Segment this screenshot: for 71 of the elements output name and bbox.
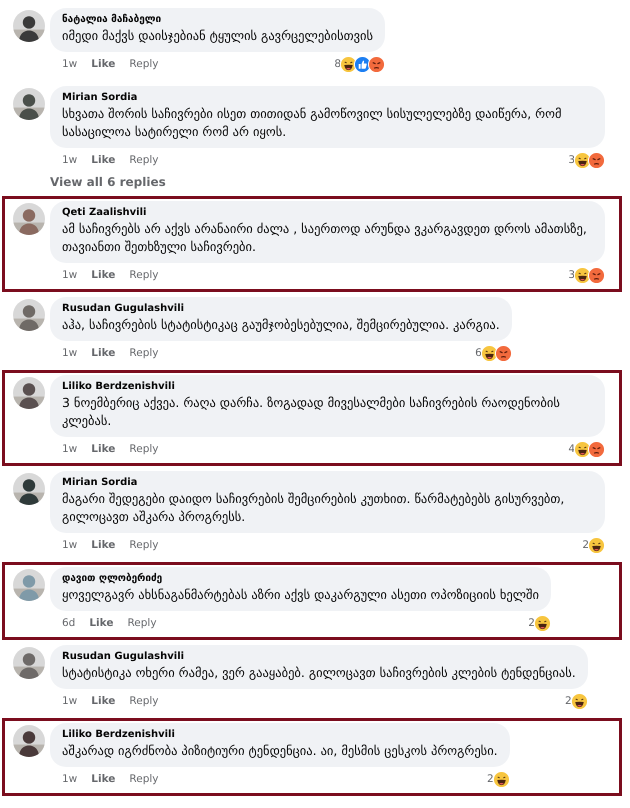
like-link[interactable]: Like [91,347,116,359]
avatar[interactable] [13,10,45,42]
comment-text: აჰა, საჩივრების სტატისტიკაც გაუმჯობესებულია, შემცირებულია. კარგია. [62,316,500,334]
laughing-face-icon [534,614,551,632]
reaction-count[interactable]: 2 [486,773,494,785]
reaction-count[interactable]: 4 [568,443,575,455]
timestamp[interactable]: 1w [62,347,78,359]
reaction-count[interactable]: 8 [334,58,342,70]
author-name[interactable]: ნატალია მაჩაბელი [62,14,374,25]
like-link[interactable]: Like [91,539,116,551]
angry-face-icon [588,266,605,284]
comment-text: სხვათა შორის საჩივრები ისეთ თითიდან გამოწოვილ სისულელებზე დაიწერა, რომ სასაცილოა სატირელი რომ არ იყოს. [62,105,562,141]
comment-text: 3 ნოემბერიც აქვეა. რაღა დარჩა. ზოგადად მივესალმები საჩივრების რაოდენობის კლებას. [62,394,561,430]
like-link[interactable]: Like [91,58,116,70]
like-link[interactable]: Like [89,617,114,629]
avatar[interactable] [13,473,45,505]
reply-link[interactable]: Reply [129,695,158,707]
reply-link[interactable]: Reply [129,773,158,785]
author-name[interactable]: Mirian Sordia [62,92,593,103]
laughing-face-icon [570,692,588,710]
comment-text: ყოველგავრ ახსნაგანმარტებას აზრი აქვს დაკარგული ასეთი ოპოზიციის ხელში [62,586,539,604]
author-name[interactable]: Rusudan Gugulashvili [62,651,576,662]
reply-link[interactable]: Reply [129,539,158,551]
comment-text: მაგარი შედეგები დაიდო საჩივრების შემცირების კუთხით. წარმატებებს გისურვებთ, გილოცავთ აშკარა პროგრესს. [62,490,566,526]
reply-link[interactable]: Reply [129,269,158,281]
reaction-count[interactable]: 3 [568,154,575,166]
comment-text: სტატისტიკა ოხერი რამეა, ვერ გააყაბებ. გილოცავთ საჩივრების კლების ტენდენციას. [62,664,576,682]
reaction-count[interactable]: 2 [582,539,589,551]
like-link[interactable]: Like [91,695,116,707]
like-link[interactable]: Like [91,154,116,166]
reaction-count[interactable]: 6 [475,347,482,359]
laughing-face-icon [588,536,605,554]
timestamp[interactable]: 1w [62,443,78,455]
reply-link[interactable]: Reply [129,443,158,455]
reply-link[interactable]: Reply [129,154,158,166]
angry-face-icon [494,344,512,362]
author-name[interactable]: Liliko Berdzenishvili [62,381,593,392]
timestamp[interactable]: 6d [62,617,76,629]
angry-face-icon [588,152,605,168]
timestamp[interactable]: 1w [62,695,78,707]
avatar[interactable] [13,725,45,757]
timestamp[interactable]: 1w [62,269,78,281]
timestamp[interactable]: 1w [62,58,78,70]
reply-link[interactable]: Reply [129,58,158,70]
angry-face-icon [368,56,386,72]
laughing-face-icon [492,770,510,788]
author-name[interactable]: Mirian Sordia [62,477,593,488]
timestamp[interactable]: 1w [62,773,78,785]
like-link[interactable]: Like [91,443,116,455]
reply-link[interactable]: Reply [127,617,157,629]
author-name[interactable]: Liliko Berdzenishvili [62,729,498,740]
timestamp[interactable]: 1w [62,539,78,551]
avatar[interactable] [13,377,45,409]
author-name[interactable]: Qeti Zaalishvili [62,207,593,218]
view-replies-link[interactable]: View all 6 replies [50,174,166,193]
author-name[interactable]: დავით ღლობერიძე [62,573,539,584]
avatar[interactable] [13,647,45,679]
angry-face-icon [588,440,605,458]
comment-text: ამ საჩივრებს არ აქვს არანაირი ძალა , საერთოდ არუნდა ვკარგავდეთ დროს ამათსზე, თავიანთი შეთხზული საჩივრები. [62,220,588,256]
comment-text: იმედი მაქვს დაისჯებიან ტყულის გავრცელებისთვის [62,27,374,45]
comment-text: აშკარად იგრძნობა პიზიტიური ტენდენცია. აი, მესმის ცესკოს პროგრესი. [62,742,498,760]
author-name[interactable]: Rusudan Gugulashvili [62,303,500,314]
reaction-count[interactable]: 2 [528,617,535,629]
avatar[interactable] [13,299,45,331]
reply-link[interactable]: Reply [129,347,158,359]
avatar[interactable] [13,88,45,120]
timestamp[interactable]: 1w [62,154,78,166]
reaction-count[interactable]: 3 [568,269,575,281]
like-link[interactable]: Like [91,269,116,281]
like-link[interactable]: Like [91,773,116,785]
reaction-count[interactable]: 2 [565,695,572,707]
